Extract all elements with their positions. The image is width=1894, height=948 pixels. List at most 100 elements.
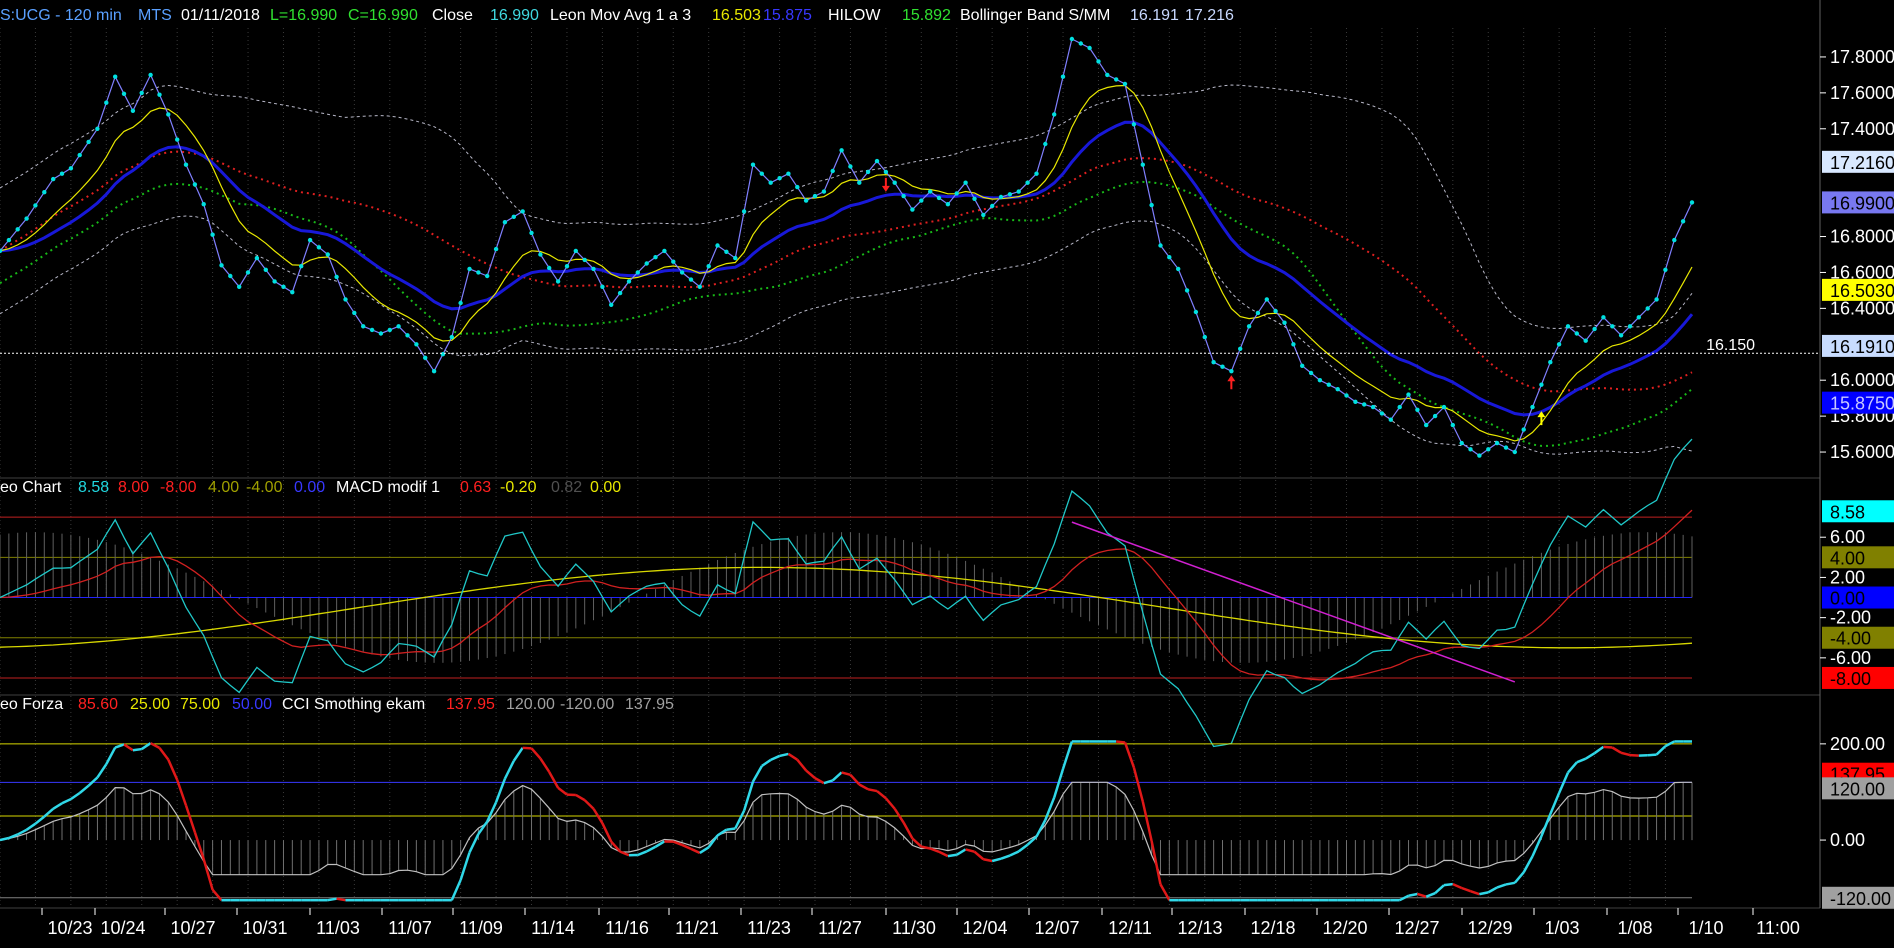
close-price-point: [573, 248, 578, 254]
time-tick-label: 10/31: [242, 918, 287, 938]
close-price-point: [493, 246, 499, 252]
price-marker-label: 16.1910: [1830, 337, 1894, 357]
time-tick-label: 12/27: [1394, 918, 1439, 938]
forza-segment: [1408, 892, 1418, 897]
close-price-point: [263, 267, 268, 272]
close-price-point: [1131, 122, 1137, 127]
close-price-point: [839, 148, 844, 153]
close-price-point: [715, 243, 720, 248]
hilow-value: 15.892: [902, 7, 951, 24]
time-tick-label: 10/27: [170, 918, 215, 938]
forza-segment: [1603, 745, 1613, 749]
close-price-point: [449, 334, 454, 340]
close-price-point: [1211, 360, 1216, 365]
close-price-point: [1459, 440, 1464, 446]
close-price-point: [1512, 449, 1518, 455]
close-price-point: [201, 202, 206, 207]
close-price-point: [1025, 180, 1030, 185]
close-price-point: [396, 324, 401, 329]
time-tick-label: 11/27: [818, 918, 862, 938]
macd-modif-value-4: 0.00: [590, 479, 621, 496]
close-price-point: [998, 194, 1004, 200]
time-tick-label: 12/18: [1250, 918, 1295, 938]
close-price-point: [1184, 288, 1190, 293]
close-price-point: [458, 300, 463, 306]
close-price-point: [325, 252, 330, 257]
close-price-point: [830, 168, 835, 174]
macd-tick-label: 2.00: [1830, 567, 1865, 587]
time-tick-label: 11/07: [388, 918, 432, 938]
forza-segment: [947, 853, 957, 858]
close-price-point: [1238, 346, 1243, 351]
close-price-point: [609, 302, 614, 307]
price-tick-label: 16.8000: [1830, 227, 1894, 247]
close-price-point: [1592, 326, 1597, 332]
close-price-point: [219, 263, 224, 268]
macd-value-6: 0.00: [294, 479, 325, 496]
close-price-point: [1344, 393, 1349, 398]
close-price-point: [210, 232, 215, 237]
close-price-point: [1645, 306, 1650, 311]
close-price-point: [6, 237, 12, 243]
close-price-point: [910, 207, 915, 212]
close-price-point: [1007, 192, 1013, 197]
close-price-point: [15, 227, 20, 232]
close-price-point: [1636, 315, 1642, 320]
close-price-point: [299, 264, 304, 269]
close-price-point: [1494, 440, 1500, 446]
forza-segment: [1116, 740, 1126, 744]
close-price-point: [1282, 320, 1287, 325]
close-price-point: [1450, 422, 1456, 428]
forza-segment: [867, 788, 878, 793]
time-tick-label: 11/23: [747, 918, 791, 938]
close-price-point: [1229, 369, 1234, 374]
close-price-point: [24, 216, 29, 221]
close-price-point: [1539, 382, 1544, 387]
close-price-point: [1689, 200, 1695, 205]
close-price-point: [440, 352, 446, 357]
close-price-point: [786, 171, 791, 176]
close-price-point: [1415, 407, 1420, 412]
leon-label: Leon Mov Avg 1 a 3: [550, 7, 691, 24]
close-price-point: [555, 279, 561, 284]
close-price-point: [369, 327, 375, 333]
close-price-point: [750, 162, 756, 167]
price-marker-label: 15.8750: [1830, 394, 1894, 414]
close-price-point: [547, 265, 552, 271]
time-tick-label: 12/04: [962, 918, 1007, 938]
close-price-point: [281, 284, 286, 289]
macd-tick-label: 6.00: [1830, 527, 1865, 547]
forza-segment: [983, 858, 993, 863]
close-price-point: [945, 202, 951, 207]
close-price-point: [42, 190, 47, 195]
forza-segment: [1443, 882, 1453, 887]
close-price-point: [1548, 360, 1553, 365]
time-tick-label: 1/08: [1617, 918, 1652, 938]
close-price-point: [51, 176, 56, 182]
macd-value-5: -4.00: [246, 479, 283, 496]
forza-segment: [1647, 753, 1657, 757]
close-price-point: [272, 279, 277, 284]
leo-forza-label: eo Forza: [0, 696, 63, 713]
close-price-point: [1556, 342, 1562, 347]
close-price-point: [1335, 387, 1340, 392]
close-price-point: [1220, 364, 1225, 369]
time-tick-label: 11/03: [316, 918, 360, 938]
close-price-point: [1149, 202, 1154, 208]
trading-chart[interactable]: 17.800017.600017.400016.800016.600016.40…: [0, 0, 1894, 948]
close-price-point: [1308, 370, 1314, 376]
forza-segment: [1629, 753, 1639, 757]
close-price-point: [148, 72, 153, 78]
close-price-point: [697, 284, 702, 289]
close-price-point: [812, 193, 818, 199]
close-price-point: [1052, 112, 1057, 117]
close-price-point: [990, 203, 995, 209]
macd-marker-label: -4.00: [1830, 629, 1871, 649]
close-price-point: [901, 193, 906, 199]
close-price-point: [1140, 162, 1146, 167]
close-price-point: [671, 259, 676, 264]
close-price-point: [954, 191, 959, 196]
close-price-point: [1317, 378, 1323, 383]
close-eq-label: C=16.990: [348, 7, 418, 24]
close-price-point: [1574, 331, 1580, 336]
